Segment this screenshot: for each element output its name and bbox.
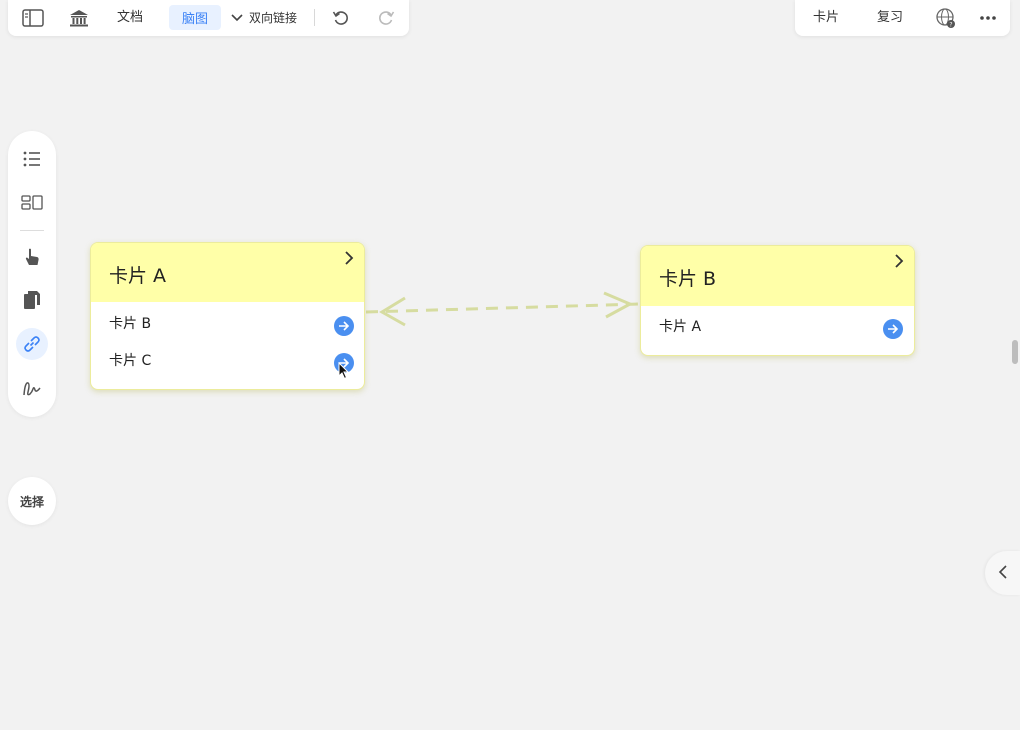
card-b-link-a[interactable]: 卡片 A — [659, 316, 701, 336]
card-b[interactable]: 卡片 B 卡片 A — [640, 245, 915, 356]
mouse-cursor-icon — [338, 362, 350, 380]
card-a-link-b[interactable]: 卡片 B — [109, 313, 151, 333]
arrow-right-icon[interactable] — [334, 316, 354, 336]
card-b-expand-icon[interactable] — [894, 254, 904, 272]
chevron-left-icon[interactable] — [998, 564, 1008, 583]
card-a-header[interactable]: 卡片 A — [91, 243, 364, 302]
card-b-header[interactable]: 卡片 B — [641, 246, 914, 306]
card-b-title: 卡片 B — [659, 268, 717, 290]
card-a-link-c[interactable]: 卡片 C — [109, 350, 151, 370]
card-a[interactable]: 卡片 A 卡片 B 卡片 C — [90, 242, 365, 390]
card-a-title: 卡片 A — [109, 265, 167, 287]
arrow-right-icon[interactable] — [883, 319, 903, 339]
mindmap-canvas[interactable]: 文档 脑图 双向链接 卡片 复习 ? 选择 卡片 A 卡片 B 卡片 C 卡片 … — [0, 0, 1020, 730]
card-a-expand-icon[interactable] — [344, 251, 354, 269]
vertical-scrollbar[interactable] — [1012, 340, 1018, 364]
